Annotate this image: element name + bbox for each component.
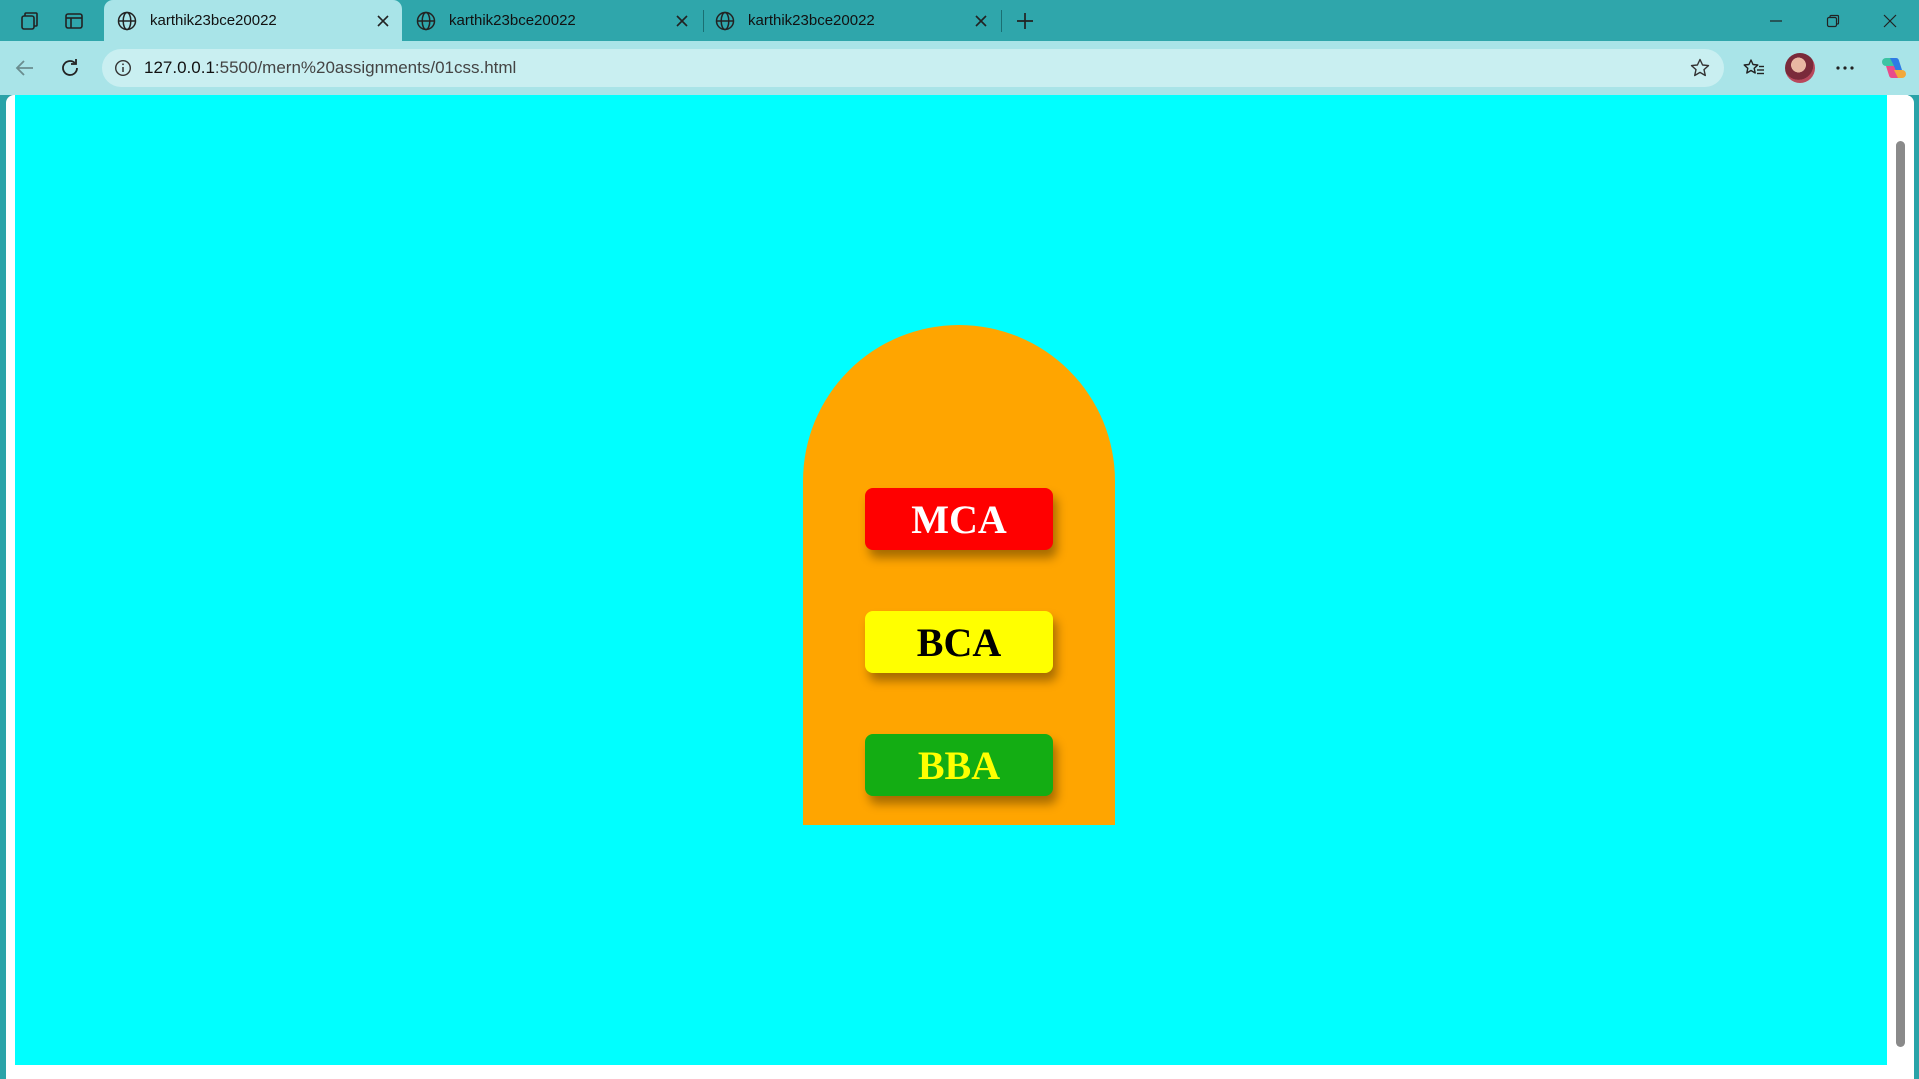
favorites-icon[interactable] bbox=[1739, 53, 1769, 83]
scrollbar-thumb[interactable] bbox=[1896, 141, 1905, 1047]
globe-icon bbox=[416, 11, 436, 30]
tab-title: karthik23bce20022 bbox=[449, 12, 576, 29]
url-text[interactable]: 127.0.0.1:5500/mern%20assignments/01css.… bbox=[144, 58, 1686, 78]
refresh-icon[interactable] bbox=[55, 53, 85, 83]
plus-icon[interactable] bbox=[1012, 8, 1038, 34]
mca-button[interactable]: MCA bbox=[865, 488, 1053, 550]
tab-separator bbox=[1001, 10, 1002, 32]
globe-icon bbox=[715, 11, 735, 30]
viewport-frame: MCA BCA BBA bbox=[0, 95, 1919, 1079]
course-container: MCA BCA BBA bbox=[803, 325, 1115, 825]
vertical-scrollbar[interactable] bbox=[1892, 95, 1908, 1071]
bca-button[interactable]: BCA bbox=[865, 611, 1053, 673]
browser-toolbar: 127.0.0.1:5500/mern%20assignments/01css.… bbox=[0, 41, 1919, 95]
tab-title: karthik23bce20022 bbox=[748, 12, 875, 29]
browser-tab-1[interactable]: karthik23bce20022 bbox=[104, 0, 402, 41]
url-path: :5500/mern%20assignments/01css.html bbox=[214, 58, 517, 77]
close-icon[interactable] bbox=[671, 10, 693, 32]
browser-tab-2[interactable]: karthik23bce20022 bbox=[403, 0, 701, 41]
minimize-icon[interactable] bbox=[1748, 0, 1804, 41]
web-viewport: MCA BCA BBA bbox=[6, 95, 1914, 1079]
address-bar[interactable]: 127.0.0.1:5500/mern%20assignments/01css.… bbox=[102, 49, 1724, 87]
more-icon[interactable] bbox=[1830, 53, 1860, 83]
back-arrow-icon[interactable] bbox=[10, 53, 40, 83]
tab-title: karthik23bce20022 bbox=[150, 12, 277, 29]
close-icon[interactable] bbox=[372, 10, 394, 32]
close-icon[interactable] bbox=[970, 10, 992, 32]
bba-button[interactable]: BBA bbox=[865, 734, 1053, 796]
url-host: 127.0.0.1 bbox=[144, 58, 215, 77]
close-window-icon[interactable] bbox=[1862, 0, 1918, 41]
browser-tab-3[interactable]: karthik23bce20022 bbox=[702, 0, 1000, 41]
star-icon[interactable] bbox=[1686, 54, 1714, 82]
copilot-icon[interactable] bbox=[1879, 53, 1909, 83]
tab-actions-icon[interactable] bbox=[61, 8, 87, 34]
globe-icon bbox=[117, 11, 137, 30]
restore-icon[interactable] bbox=[1805, 0, 1861, 41]
title-bar: karthik23bce20022 karthik23bce20022 kart… bbox=[0, 0, 1919, 41]
page-body: MCA BCA BBA bbox=[15, 95, 1887, 1065]
workspaces-icon[interactable] bbox=[17, 8, 43, 34]
avatar[interactable] bbox=[1785, 53, 1815, 83]
info-icon[interactable] bbox=[112, 57, 134, 79]
